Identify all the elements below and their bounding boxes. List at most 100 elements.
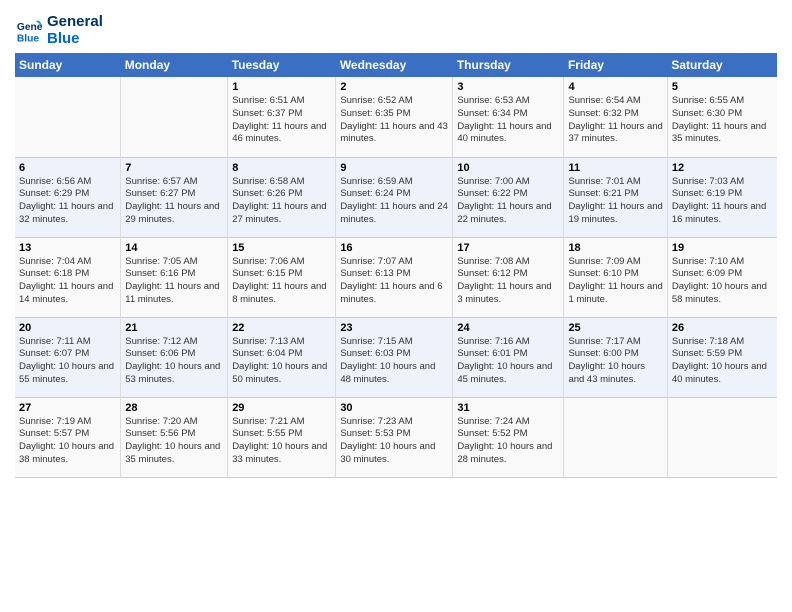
calendar-cell xyxy=(121,77,228,157)
cell-content: Sunrise: 6:52 AM Sunset: 6:35 PM Dayligh… xyxy=(340,95,448,146)
day-number: 15 xyxy=(232,242,331,254)
calendar-cell xyxy=(564,397,667,477)
day-number: 6 xyxy=(19,162,116,174)
calendar-cell: 8 Sunrise: 6:58 AM Sunset: 6:26 PM Daylig… xyxy=(228,157,336,237)
cell-content: Sunrise: 6:58 AM Sunset: 6:26 PM Dayligh… xyxy=(232,176,331,227)
week-row-3: 13 Sunrise: 7:04 AM Sunset: 6:18 PM Dayli… xyxy=(15,237,777,317)
svg-text:Blue: Blue xyxy=(17,33,40,44)
calendar-cell: 21Sunrise: 7:12 AM Sunset: 6:06 PM Dayli… xyxy=(121,317,228,397)
day-number: 27 xyxy=(19,402,116,414)
day-number: 7 xyxy=(125,162,223,174)
weekday-header-wednesday: Wednesday xyxy=(336,53,453,77)
calendar-cell: 20Sunrise: 7:11 AM Sunset: 6:07 PM Dayli… xyxy=(15,317,121,397)
day-number: 29 xyxy=(232,402,331,414)
day-number: 11 xyxy=(568,162,662,174)
calendar-cell: 9Sunrise: 6:59 AM Sunset: 6:24 PM Daylig… xyxy=(336,157,453,237)
calendar-cell: 28Sunrise: 7:20 AM Sunset: 5:56 PM Dayli… xyxy=(121,397,228,477)
cell-content: Sunrise: 7:15 AM Sunset: 6:03 PM Dayligh… xyxy=(340,336,448,387)
cell-content: Sunrise: 7:05 AM Sunset: 6:16 PM Dayligh… xyxy=(125,256,223,307)
cell-content: Sunrise: 6:53 AM Sunset: 6:34 PM Dayligh… xyxy=(457,95,559,146)
calendar-cell: 23 Sunrise: 7:15 AM Sunset: 6:03 PM Dayli… xyxy=(336,317,453,397)
calendar-cell: 22 Sunrise: 7:13 AM Sunset: 6:04 PM Dayli… xyxy=(228,317,336,397)
day-number: 10 xyxy=(457,162,559,174)
day-number: 5 xyxy=(672,81,773,93)
week-row-2: 6 Sunrise: 6:56 AM Sunset: 6:29 PM Daylig… xyxy=(15,157,777,237)
cell-content: Sunrise: 7:10 AM Sunset: 6:09 PM Dayligh… xyxy=(672,256,773,307)
cell-content: Sunrise: 7:23 AM Sunset: 5:53 PM Dayligh… xyxy=(340,416,448,467)
cell-content: Sunrise: 7:08 AM Sunset: 6:12 PM Dayligh… xyxy=(457,256,559,307)
day-number: 19 xyxy=(672,242,773,254)
cell-content: Sunrise: 7:04 AM Sunset: 6:18 PM Dayligh… xyxy=(19,256,116,307)
cell-content: Sunrise: 7:01 AM Sunset: 6:21 PM Dayligh… xyxy=(568,176,662,227)
logo-blue: Blue xyxy=(47,31,103,48)
weekday-header-row: SundayMondayTuesdayWednesdayThursdayFrid… xyxy=(15,53,777,77)
cell-content: Sunrise: 7:24 AM Sunset: 5:52 PM Dayligh… xyxy=(457,416,559,467)
calendar-cell: 11 Sunrise: 7:01 AM Sunset: 6:21 PM Dayli… xyxy=(564,157,667,237)
calendar-cell: 14 Sunrise: 7:05 AM Sunset: 6:16 PM Dayli… xyxy=(121,237,228,317)
cell-content: Sunrise: 7:13 AM Sunset: 6:04 PM Dayligh… xyxy=(232,336,331,387)
cell-content: Sunrise: 6:56 AM Sunset: 6:29 PM Dayligh… xyxy=(19,176,116,227)
day-number: 30 xyxy=(340,402,448,414)
logo-general: General xyxy=(47,14,103,31)
calendar-cell: 30 Sunrise: 7:23 AM Sunset: 5:53 PM Dayli… xyxy=(336,397,453,477)
svg-text:General: General xyxy=(17,22,43,33)
calendar-cell: 26 Sunrise: 7:18 AM Sunset: 5:59 PM Dayli… xyxy=(667,317,777,397)
cell-content: Sunrise: 7:09 AM Sunset: 6:10 PM Dayligh… xyxy=(568,256,662,307)
calendar-cell: 27Sunrise: 7:19 AM Sunset: 5:57 PM Dayli… xyxy=(15,397,121,477)
weekday-header-thursday: Thursday xyxy=(453,53,564,77)
logo: General Blue General Blue xyxy=(15,14,103,47)
weekday-header-sunday: Sunday xyxy=(15,53,121,77)
day-number: 23 xyxy=(340,322,448,334)
day-number: 13 xyxy=(19,242,116,254)
cell-content: Sunrise: 7:20 AM Sunset: 5:56 PM Dayligh… xyxy=(125,416,223,467)
cell-content: Sunrise: 7:18 AM Sunset: 5:59 PM Dayligh… xyxy=(672,336,773,387)
day-number: 2 xyxy=(340,81,448,93)
cell-content: Sunrise: 7:17 AM Sunset: 6:00 PM Dayligh… xyxy=(568,336,662,387)
day-number: 4 xyxy=(568,81,662,93)
calendar-cell: 15 Sunrise: 7:06 AM Sunset: 6:15 PM Dayli… xyxy=(228,237,336,317)
calendar-cell: 18Sunrise: 7:09 AM Sunset: 6:10 PM Dayli… xyxy=(564,237,667,317)
day-number: 17 xyxy=(457,242,559,254)
calendar-cell: 16 Sunrise: 7:07 AM Sunset: 6:13 PM Dayli… xyxy=(336,237,453,317)
calendar-table: SundayMondayTuesdayWednesdayThursdayFrid… xyxy=(15,53,777,478)
cell-content: Sunrise: 7:06 AM Sunset: 6:15 PM Dayligh… xyxy=(232,256,331,307)
page-header: General Blue General Blue xyxy=(15,10,777,47)
calendar-cell: 31 Sunrise: 7:24 AM Sunset: 5:52 PM Dayli… xyxy=(453,397,564,477)
cell-content: Sunrise: 7:03 AM Sunset: 6:19 PM Dayligh… xyxy=(672,176,773,227)
cell-content: Sunrise: 7:00 AM Sunset: 6:22 PM Dayligh… xyxy=(457,176,559,227)
calendar-cell: 4 Sunrise: 6:54 AM Sunset: 6:32 PM Daylig… xyxy=(564,77,667,157)
week-row-1: 1 Sunrise: 6:51 AM Sunset: 6:37 PM Daylig… xyxy=(15,77,777,157)
calendar-cell: 7 Sunrise: 6:57 AM Sunset: 6:27 PM Daylig… xyxy=(121,157,228,237)
day-number: 21 xyxy=(125,322,223,334)
day-number: 16 xyxy=(340,242,448,254)
calendar-cell: 2 Sunrise: 6:52 AM Sunset: 6:35 PM Daylig… xyxy=(336,77,453,157)
day-number: 26 xyxy=(672,322,773,334)
weekday-header-tuesday: Tuesday xyxy=(228,53,336,77)
cell-content: Sunrise: 6:51 AM Sunset: 6:37 PM Dayligh… xyxy=(232,95,331,146)
calendar-cell: 12 Sunrise: 7:03 AM Sunset: 6:19 PM Dayli… xyxy=(667,157,777,237)
day-number: 22 xyxy=(232,322,331,334)
cell-content: Sunrise: 7:21 AM Sunset: 5:55 PM Dayligh… xyxy=(232,416,331,467)
logo-icon: General Blue xyxy=(15,17,43,45)
day-number: 31 xyxy=(457,402,559,414)
cell-content: Sunrise: 6:55 AM Sunset: 6:30 PM Dayligh… xyxy=(672,95,773,146)
calendar-cell: 10 Sunrise: 7:00 AM Sunset: 6:22 PM Dayli… xyxy=(453,157,564,237)
cell-content: Sunrise: 6:54 AM Sunset: 6:32 PM Dayligh… xyxy=(568,95,662,146)
day-number: 12 xyxy=(672,162,773,174)
day-number: 8 xyxy=(232,162,331,174)
cell-content: Sunrise: 6:57 AM Sunset: 6:27 PM Dayligh… xyxy=(125,176,223,227)
calendar-cell: 25 Sunrise: 7:17 AM Sunset: 6:00 PM Dayli… xyxy=(564,317,667,397)
cell-content: Sunrise: 6:59 AM Sunset: 6:24 PM Dayligh… xyxy=(340,176,448,227)
cell-content: Sunrise: 7:07 AM Sunset: 6:13 PM Dayligh… xyxy=(340,256,448,307)
day-number: 20 xyxy=(19,322,116,334)
calendar-cell: 3Sunrise: 6:53 AM Sunset: 6:34 PM Daylig… xyxy=(453,77,564,157)
day-number: 25 xyxy=(568,322,662,334)
calendar-cell: 6 Sunrise: 6:56 AM Sunset: 6:29 PM Daylig… xyxy=(15,157,121,237)
day-number: 14 xyxy=(125,242,223,254)
week-row-4: 20Sunrise: 7:11 AM Sunset: 6:07 PM Dayli… xyxy=(15,317,777,397)
calendar-cell xyxy=(667,397,777,477)
day-number: 1 xyxy=(232,81,331,93)
calendar-cell xyxy=(15,77,121,157)
week-row-5: 27Sunrise: 7:19 AM Sunset: 5:57 PM Dayli… xyxy=(15,397,777,477)
calendar-cell: 24Sunrise: 7:16 AM Sunset: 6:01 PM Dayli… xyxy=(453,317,564,397)
